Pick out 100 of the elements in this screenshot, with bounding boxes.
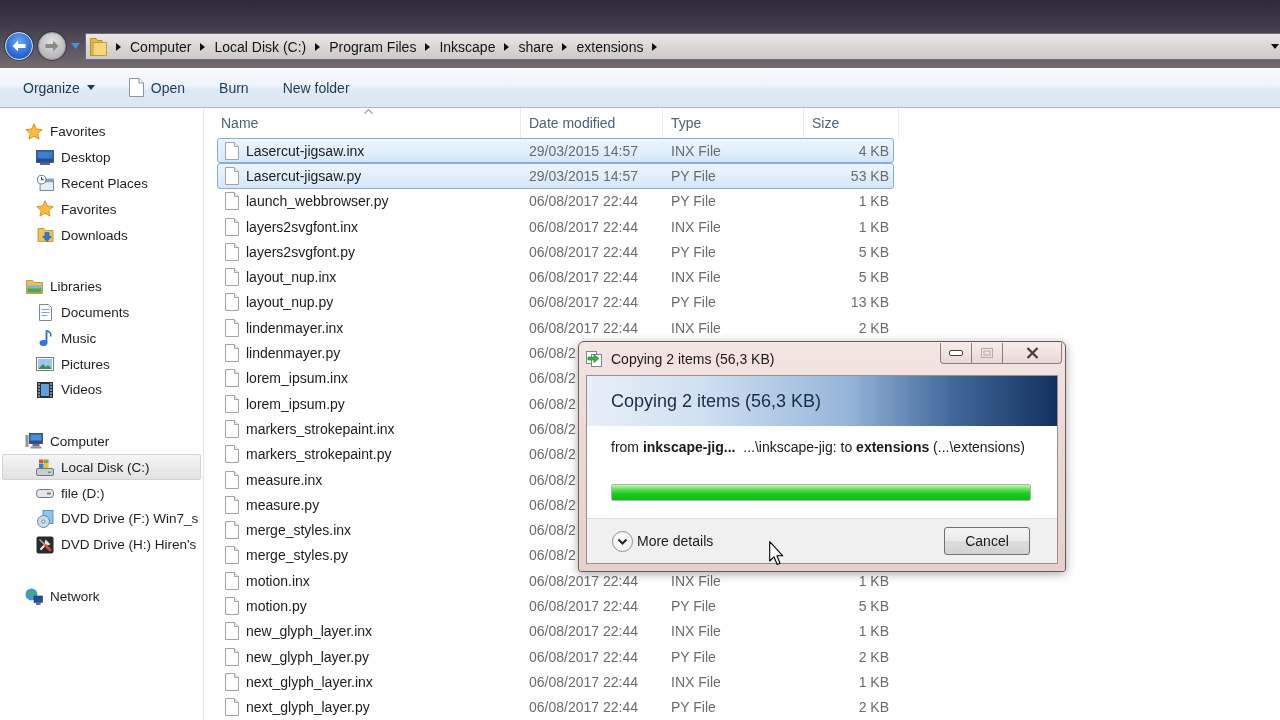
file-name: merge_styles.inx — [246, 522, 352, 539]
more-details-button[interactable]: More details — [612, 530, 714, 552]
date-modified: 29/03/2015 14:57 — [528, 142, 638, 159]
date-modified: 06/08/2017 22:44 — [528, 243, 638, 260]
sidebar-item[interactable]: Favorites — [2, 119, 201, 145]
document-icon — [225, 672, 239, 691]
breadcrumb[interactable]: Inkscape — [439, 38, 496, 55]
file-row[interactable]: layers2svgfont.py 06/08/2017 22:44 PY File 5 KB — [217, 239, 894, 265]
breadcrumb[interactable]: extensions — [576, 38, 644, 55]
file-type: INX File — [670, 673, 721, 690]
file-row[interactable]: new_glyph_layer.py 06/08/2017 22:44 PY File 2 KB — [217, 643, 894, 670]
sidebar-item[interactable]: Documents — [2, 299, 201, 326]
date-modified: 06/08/2017 22:44 — [528, 699, 638, 716]
file-row[interactable]: layout_nup.inx 06/08/2017 22:44 INX File 5 KB — [217, 264, 894, 290]
sidebar-item[interactable]: Pictures — [2, 351, 201, 377]
file-type: PY File — [670, 294, 716, 311]
document-icon — [225, 622, 239, 641]
document-icon — [128, 78, 144, 97]
file-name: layout_nup.inx — [246, 269, 337, 286]
breadcrumb-arrow-icon[interactable] — [652, 42, 658, 51]
sidebar-item[interactable]: DVD Drive (H:) Hiren's — [2, 531, 201, 558]
folder-icon — [25, 279, 43, 294]
file-row[interactable]: motion.py 06/08/2017 22:44 PY File 5 KB — [217, 593, 894, 619]
sidebar-item[interactable]: Computer — [2, 428, 201, 455]
close-button[interactable] — [1002, 343, 1062, 364]
sidebar-item[interactable]: Recent Places — [2, 170, 201, 197]
date-modified: 06/08/2 — [528, 420, 576, 437]
sidebar-item[interactable]: Desktop — [2, 144, 201, 171]
system-drive-icon — [36, 458, 54, 476]
sidebar-item[interactable]: Local Disk (C:) — [2, 454, 201, 481]
breadcrumb-arrow-icon[interactable] — [200, 42, 206, 51]
file-type: INX File — [670, 142, 721, 159]
file-name: layers2svgfont.inx — [246, 218, 359, 235]
file-row[interactable]: markers_strokepaint.inx 06/08/2 — [217, 416, 894, 442]
file-size: 1 KB — [858, 623, 890, 640]
date-modified: 06/08/2017 22:44 — [528, 319, 638, 336]
date-modified: 06/08/2 — [528, 496, 576, 513]
file-row[interactable]: Lasercut-jigsaw.inx 29/03/2015 14:57 INX File 4 KB — [217, 138, 894, 164]
toolbar-button[interactable]: Organize — [15, 73, 103, 102]
file-row[interactable]: layout_nup.py 06/08/2017 22:44 PY File 13 KB — [217, 289, 894, 316]
picture-icon — [36, 357, 54, 372]
file-row[interactable]: lindenmayer.inx 06/08/2017 22:44 INX File 2 KB — [217, 315, 894, 341]
sidebar-item[interactable]: Videos — [2, 376, 201, 403]
dialog-title: Copying 2 items (56,3 KB) — [611, 350, 775, 367]
date-modified: 06/08/2 — [528, 370, 576, 387]
document-icon — [225, 344, 239, 362]
toolbar-button[interactable]: Open — [120, 73, 194, 102]
date-modified: 06/08/2 — [528, 471, 576, 488]
toolbar-button[interactable]: New folder — [274, 73, 358, 102]
minimize-icon — [949, 350, 963, 356]
breadcrumb-arrow-icon[interactable] — [116, 42, 121, 51]
breadcrumb-arrow-icon[interactable] — [562, 42, 568, 51]
cancel-button[interactable]: Cancel — [944, 527, 1030, 555]
sidebar-item[interactable]: Downloads — [2, 222, 201, 248]
file-row[interactable]: new_glyph_layer.inx 06/08/2017 22:44 INX File 1 KB — [217, 618, 894, 644]
file-size: 5 KB — [858, 243, 890, 260]
computer-icon — [25, 433, 43, 450]
back-button[interactable] — [5, 32, 33, 60]
file-type: PY File — [670, 193, 716, 210]
date-modified: 29/03/2015 14:57 — [528, 167, 638, 184]
file-type: PY File — [670, 699, 716, 716]
date-modified: 06/08/2017 22:44 — [528, 193, 638, 210]
document-icon — [225, 445, 239, 464]
breadcrumb-arrow-icon[interactable] — [425, 42, 431, 51]
file-name: measure.inx — [246, 471, 323, 488]
file-size: 53 KB — [850, 167, 890, 184]
file-row[interactable]: Lasercut-jigsaw.py 29/03/2015 14:57 PY File 53 KB — [217, 163, 894, 189]
date-modified: 06/08/2017 22:44 — [528, 673, 638, 690]
sidebar-item[interactable]: file (D:) — [2, 480, 201, 506]
file-row[interactable]: next_glyph_layer.inx 06/08/2017 22:44 INX File 1 KB — [217, 669, 894, 695]
minimize-button[interactable] — [940, 343, 972, 364]
document-icon — [225, 268, 239, 287]
breadcrumb[interactable]: Program Files — [329, 38, 417, 55]
file-row[interactable]: layers2svgfont.inx 06/08/2017 22:44 INX File 1 KB — [217, 213, 894, 240]
breadcrumb[interactable]: Local Disk (C:) — [214, 38, 307, 55]
close-icon — [1025, 347, 1039, 359]
file-row[interactable]: launch_webbrowser.py 06/08/2017 22:44 PY File 1 KB — [217, 188, 894, 214]
monitor-icon — [36, 150, 54, 166]
file-type: PY File — [670, 598, 716, 614]
address-bar[interactable]: Computer Local Disk (C:) Program Files Inkscape share extensions — [85, 33, 1280, 60]
sidebar-item[interactable]: Favorites — [2, 196, 201, 223]
breadcrumb-arrow-icon[interactable] — [315, 42, 321, 51]
breadcrumb-arrow-icon[interactable] — [504, 42, 510, 51]
file-size: 2 KB — [858, 648, 890, 665]
breadcrumb[interactable]: share — [518, 38, 554, 55]
caret-down-icon[interactable] — [1271, 44, 1279, 49]
sidebar-item[interactable]: DVD Drive (F:) Win7_s — [2, 505, 201, 532]
folder-arrow-icon — [36, 228, 54, 243]
file-row[interactable]: measure.inx 06/08/2 — [217, 466, 894, 493]
toolbar-button[interactable]: Burn — [211, 73, 257, 102]
breadcrumb[interactable]: Computer — [130, 38, 192, 55]
sidebar-item[interactable]: Network — [2, 583, 201, 610]
document-icon — [225, 597, 239, 615]
file-row[interactable]: measure.py 06/08/2 — [217, 492, 894, 518]
sidebar-item[interactable]: Music — [2, 325, 201, 352]
file-row[interactable]: motion.inx 06/08/2017 22:44 INX File 1 KB — [217, 568, 894, 594]
sidebar-item[interactable]: Libraries — [2, 273, 201, 300]
document-icon — [225, 521, 239, 540]
file-row[interactable]: next_glyph_layer.py 06/08/2017 22:44 PY File 2 KB — [217, 694, 894, 720]
music-note-icon — [38, 329, 52, 347]
